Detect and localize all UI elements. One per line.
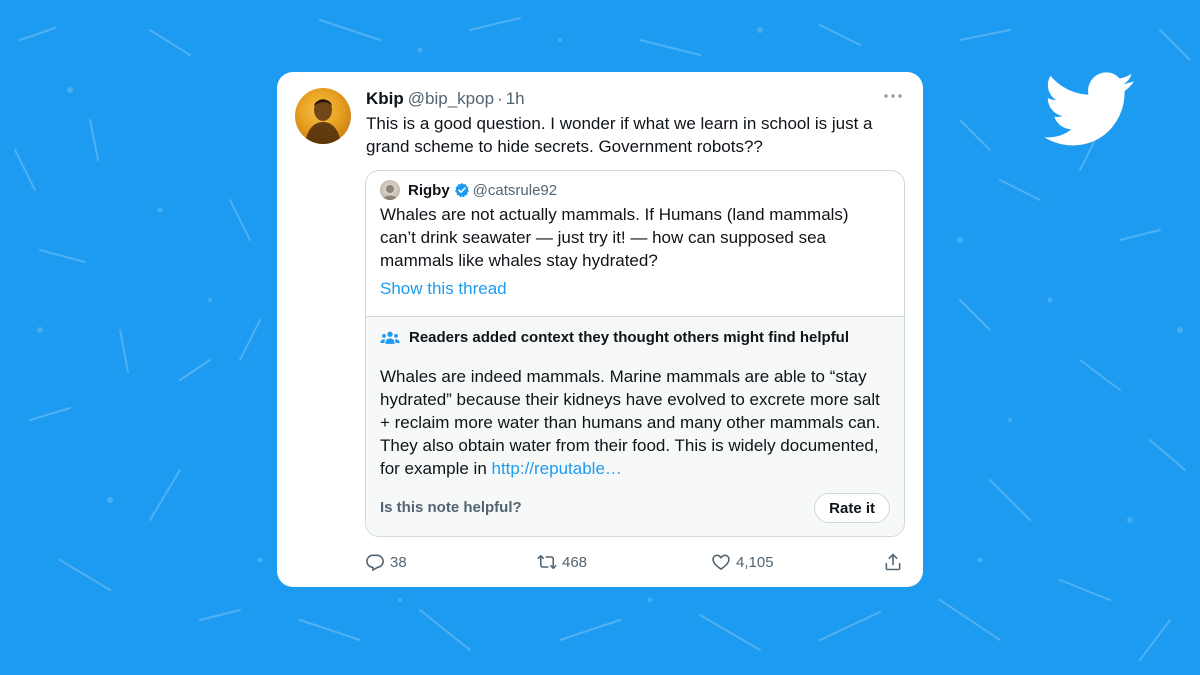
- community-note-title: Readers added context they thought other…: [409, 329, 850, 346]
- community-note-link[interactable]: http://reputable…: [492, 459, 622, 478]
- quoted-author-name[interactable]: Rigby: [408, 182, 450, 199]
- quoted-author-handle[interactable]: @catsrule92: [473, 182, 557, 199]
- quoted-tweet[interactable]: Rigby @catsrule92 Whales are not actuall…: [365, 170, 905, 537]
- note-helpful-question: Is this note helpful?: [380, 499, 522, 516]
- rate-it-button[interactable]: Rate it: [814, 493, 890, 523]
- community-note-text: Whales are indeed mammals. Marine mammal…: [380, 365, 890, 480]
- quoted-tweet-header: Rigby @catsrule92: [380, 179, 557, 201]
- tweet-card[interactable]: Kbip @bip_kpop · 1h This is a good quest…: [277, 72, 923, 587]
- share-button[interactable]: [883, 552, 903, 572]
- share-icon: [885, 553, 901, 571]
- like-button[interactable]: 4,105: [711, 552, 774, 572]
- retweet-button[interactable]: 468: [537, 552, 587, 572]
- author-name[interactable]: Kbip: [366, 88, 404, 110]
- people-icon: [380, 331, 400, 344]
- more-icon[interactable]: [883, 90, 903, 102]
- reply-button[interactable]: 38: [365, 552, 407, 572]
- quoted-tweet-text: Whales are not actually mammals. If Huma…: [380, 205, 849, 270]
- heart-icon: [712, 554, 730, 570]
- twitter-bird-icon: [1044, 72, 1135, 146]
- retweet-icon: [537, 554, 557, 570]
- reply-icon: [366, 554, 384, 571]
- verified-badge-icon: [454, 183, 469, 198]
- retweet-count: 468: [562, 553, 588, 571]
- tweet-text: This is a good question. I wonder if wha…: [366, 114, 873, 156]
- tweet-actions: 38 468 4,105: [277, 552, 923, 574]
- author-avatar[interactable]: [295, 88, 351, 144]
- like-count: 4,105: [736, 553, 774, 571]
- tweet-timestamp[interactable]: 1h: [506, 88, 525, 110]
- community-note-header: Readers added context they thought other…: [380, 329, 849, 346]
- reply-count: 38: [390, 553, 407, 571]
- author-handle[interactable]: @bip_kpop: [408, 88, 494, 110]
- tweet-header: Kbip @bip_kpop · 1h: [366, 88, 525, 110]
- separator-dot: ·: [497, 89, 503, 108]
- community-note: Readers added context they thought other…: [366, 316, 904, 536]
- quoted-author-avatar[interactable]: [380, 180, 400, 200]
- show-thread-link[interactable]: Show this thread: [380, 278, 507, 300]
- community-note-body: Whales are indeed mammals. Marine mammal…: [380, 367, 881, 478]
